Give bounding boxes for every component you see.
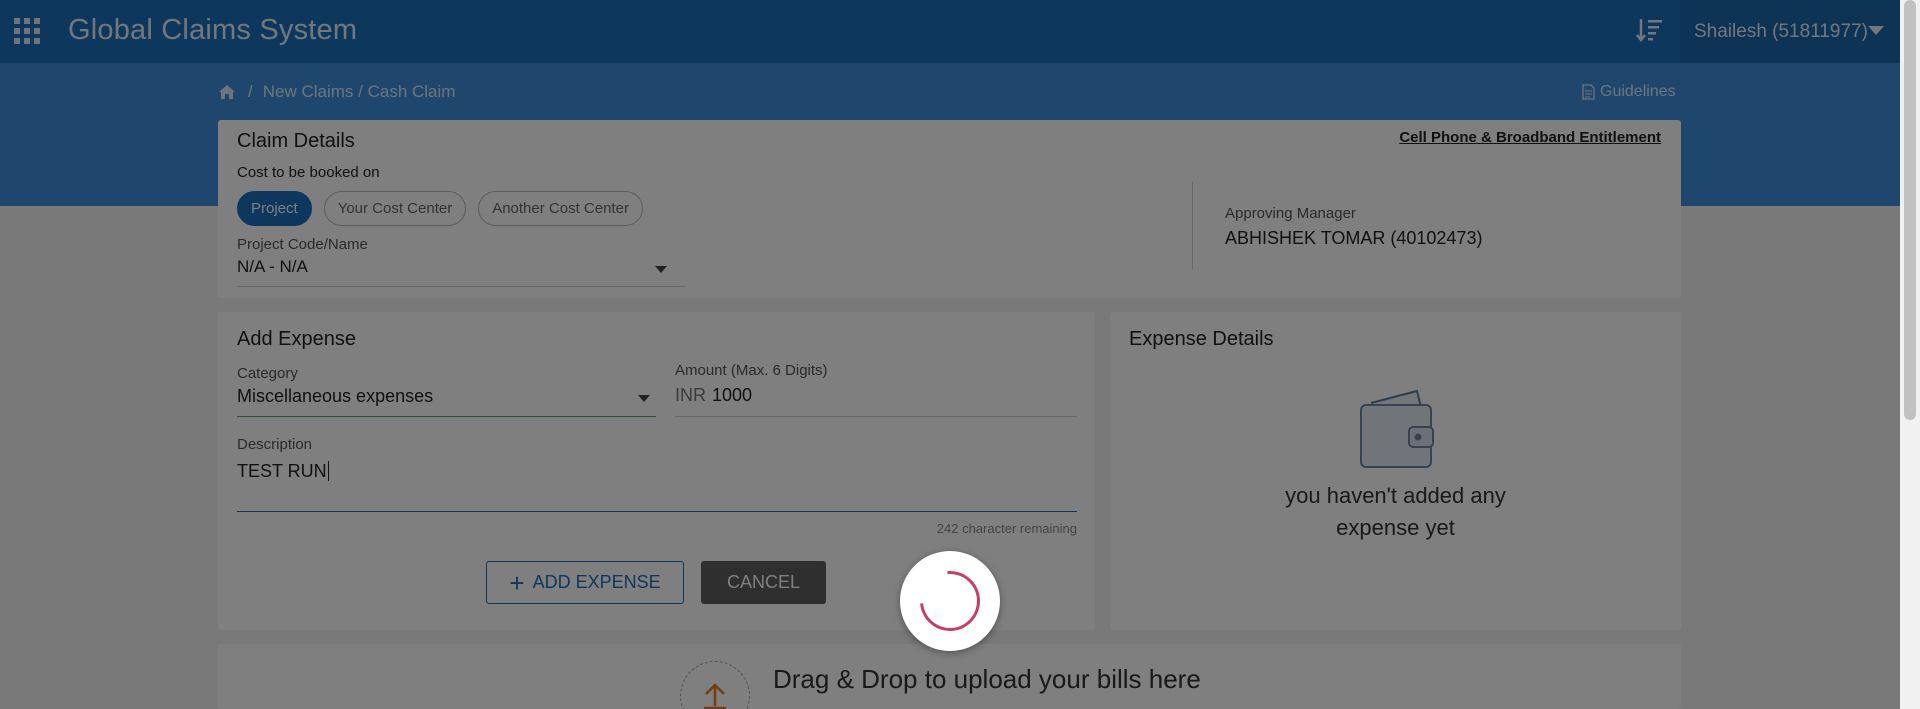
scrollbar[interactable] xyxy=(1900,0,1920,709)
spinner-ring xyxy=(907,558,993,644)
loading-spinner xyxy=(900,551,1000,651)
scrollbar-thumb[interactable] xyxy=(1904,0,1916,420)
